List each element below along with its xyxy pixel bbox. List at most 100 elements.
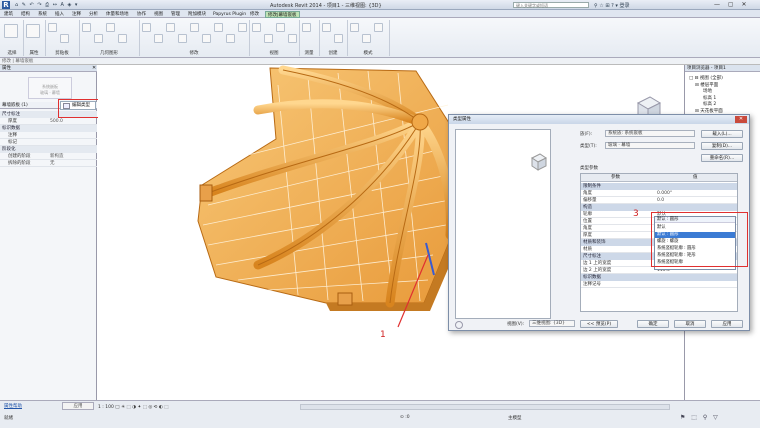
ribbon-tool-icon[interactable] bbox=[202, 34, 211, 43]
ribbon-tool-icon[interactable] bbox=[238, 23, 247, 32]
ribbon-tool-icon[interactable] bbox=[190, 23, 199, 32]
rename-button[interactable]: 重命名(R)... bbox=[701, 154, 743, 162]
property-row[interactable]: 标记 bbox=[0, 139, 97, 146]
help-icon[interactable] bbox=[455, 321, 463, 329]
search-input[interactable]: 键入关键字或短语 bbox=[513, 2, 589, 8]
browser-item[interactable]: 场地 bbox=[703, 88, 712, 94]
preview-cube-icon[interactable] bbox=[456, 130, 550, 318]
property-category[interactable]: 标识数据 bbox=[0, 125, 97, 132]
sign-in-label[interactable]: 登录 bbox=[619, 3, 629, 9]
ribbon-tool-icon[interactable] bbox=[226, 34, 235, 43]
type-select[interactable]: 玻璃 · 幕墙 bbox=[605, 142, 695, 149]
ribbon-tool-icon[interactable] bbox=[166, 23, 175, 32]
cancel-button[interactable]: 取消 bbox=[674, 320, 706, 328]
ribbon-group-label: 测量 bbox=[304, 51, 314, 56]
property-row[interactable]: 拆除的阶段 无 bbox=[0, 160, 97, 167]
window-controls[interactable]: — ▢ ✕ bbox=[714, 1, 750, 8]
ribbon-tool-icon[interactable] bbox=[252, 23, 261, 32]
tab-6[interactable]: 体量和场地 bbox=[104, 11, 131, 18]
parameter-group[interactable]: 构造 bbox=[581, 204, 737, 211]
parameter-name: 边 1 上的宽度 bbox=[583, 261, 612, 266]
tab-2[interactable]: 系统 bbox=[36, 11, 49, 18]
apply-button[interactable]: 应用 bbox=[711, 320, 743, 328]
property-row[interactable]: 厚度 500.0 bbox=[0, 118, 97, 125]
ribbon-tool-icon[interactable] bbox=[82, 23, 91, 32]
property-category[interactable]: 阶段化 bbox=[0, 146, 97, 153]
view-control-bar[interactable]: 1 : 100 □ ☀ ⬚ ◑ ✦ ⬚ ◎ ⟲ ◐ ⬚ bbox=[98, 404, 298, 411]
close-icon[interactable]: ✕ bbox=[92, 65, 96, 71]
ribbon-tool-icon[interactable] bbox=[94, 34, 103, 43]
tab-12[interactable]: 修改 bbox=[248, 11, 261, 18]
quick-access-toolbar[interactable]: ⌂ ✎ ↶ ↷ ⎙ ↔ A ◈ ▾ bbox=[15, 2, 78, 8]
parameter-row[interactable]: 注释记号 bbox=[581, 281, 737, 288]
parameter-value[interactable]: 0.000° bbox=[657, 190, 672, 197]
parameter-group[interactable]: 限制条件 bbox=[581, 183, 737, 190]
load-button[interactable]: 载入(L)... bbox=[701, 130, 743, 138]
ribbon-tool-icon[interactable] bbox=[264, 34, 273, 43]
ribbon-tool-icon[interactable] bbox=[334, 34, 343, 43]
parameter-row[interactable]: 角度 0.000° bbox=[581, 190, 737, 197]
tab-9[interactable]: 管理 bbox=[169, 11, 182, 18]
value-column-header: 值 bbox=[693, 175, 698, 180]
ribbon-tool-icon[interactable] bbox=[302, 23, 311, 32]
tab-5[interactable]: 分析 bbox=[87, 11, 100, 18]
parameter-value[interactable]: 0.0 bbox=[657, 197, 664, 204]
horizontal-scrollbar[interactable] bbox=[300, 404, 670, 410]
ribbon-tool-icon[interactable] bbox=[322, 23, 331, 32]
preview-button[interactable]: << 预览(P) bbox=[580, 320, 618, 328]
property-row[interactable]: 注释 bbox=[0, 132, 97, 139]
browser-item[interactable]: ⊟ 楼层平面 bbox=[695, 82, 718, 88]
ribbon-tool-icon[interactable] bbox=[48, 23, 57, 32]
properties-help-link[interactable]: 属性帮助 bbox=[4, 403, 22, 409]
tab-4[interactable]: 注释 bbox=[70, 11, 83, 18]
type-parameters-label: 类型参数 bbox=[580, 166, 598, 171]
view-select[interactable]: 三维视图: {3D} bbox=[529, 320, 575, 327]
browser-item[interactable]: □ ⊟ 视图 (全部) bbox=[689, 75, 723, 81]
ribbon-tool-icon[interactable] bbox=[118, 34, 127, 43]
tab-7[interactable]: 协作 bbox=[135, 11, 148, 18]
ribbon-tool-icon[interactable] bbox=[276, 23, 285, 32]
ribbon-tool-icon[interactable] bbox=[142, 23, 151, 32]
tab-3[interactable]: 插入 bbox=[53, 11, 66, 18]
ribbon-tool-icon[interactable] bbox=[350, 23, 359, 32]
tab-10[interactable]: 附加模块 bbox=[186, 11, 208, 18]
title-bar: R ⌂ ✎ ↶ ↷ ⎙ ↔ A ◈ ▾ Autodesk Revit 2014 … bbox=[0, 0, 760, 10]
ribbon-tool-icon[interactable] bbox=[60, 34, 69, 43]
ribbon-tool-icon[interactable] bbox=[4, 24, 18, 38]
browser-item[interactable]: 标高 1 bbox=[703, 95, 716, 101]
tab-8[interactable]: 视图 bbox=[152, 11, 165, 18]
filter-icons[interactable]: ⚑ ⬚ ⚲ ▽ bbox=[680, 414, 720, 421]
ok-button[interactable]: 确定 bbox=[637, 320, 669, 328]
property-value[interactable]: 新构造 bbox=[50, 153, 64, 160]
type-preview[interactable]: 系统嵌板 玻璃 · 幕墙 bbox=[28, 77, 72, 99]
info-center-icons[interactable]: ⚲ ☆ ⊞ ? ▾ bbox=[594, 3, 618, 9]
property-value[interactable]: 500.0 bbox=[50, 118, 63, 125]
dialog-close-icon[interactable]: ✕ bbox=[735, 116, 747, 123]
browser-item[interactable]: ⊟ 天花板平面 bbox=[695, 108, 723, 114]
ribbon-tool-icon[interactable] bbox=[154, 34, 163, 43]
property-row[interactable]: 创建的阶段 新构造 bbox=[0, 153, 97, 160]
tab-1[interactable]: 结构 bbox=[19, 11, 32, 18]
family-select[interactable]: 系统族: 系统嵌板 bbox=[605, 130, 695, 137]
type-preview-pane[interactable] bbox=[455, 129, 551, 319]
ribbon-tool-icon[interactable] bbox=[178, 34, 187, 43]
ribbon-tool-icon[interactable] bbox=[374, 23, 383, 32]
revit-logo-icon[interactable]: R bbox=[2, 1, 10, 9]
ribbon-tool-icon[interactable] bbox=[106, 23, 115, 32]
property-value[interactable]: 无 bbox=[50, 160, 55, 167]
type-label: 类型(T): bbox=[580, 144, 597, 149]
tab-0[interactable]: 建筑 bbox=[2, 11, 15, 18]
browser-item[interactable]: 标高 2 bbox=[703, 101, 716, 107]
properties-apply-button[interactable]: 应用 bbox=[62, 402, 94, 410]
tab-11[interactable]: Papyrus Plugin bbox=[211, 11, 248, 18]
duplicate-button[interactable]: 复制(D)... bbox=[701, 142, 743, 150]
tab-13[interactable]: 修改|幕墙嵌板 bbox=[265, 11, 300, 18]
model-selector[interactable]: 主模型 bbox=[508, 415, 522, 421]
ribbon-tool-icon[interactable] bbox=[288, 34, 297, 43]
parameter-group[interactable]: 标识数据 bbox=[581, 274, 737, 281]
ribbon-tool-icon[interactable] bbox=[26, 24, 40, 38]
ribbon-tool-icon[interactable] bbox=[362, 34, 371, 43]
parameter-row[interactable]: 偏移量 0.0 bbox=[581, 197, 737, 204]
ribbon-tool-icon[interactable] bbox=[214, 23, 223, 32]
info-center-tools[interactable]: ⚲ ☆ ⊞ ? ▾ 登录 bbox=[594, 2, 629, 9]
